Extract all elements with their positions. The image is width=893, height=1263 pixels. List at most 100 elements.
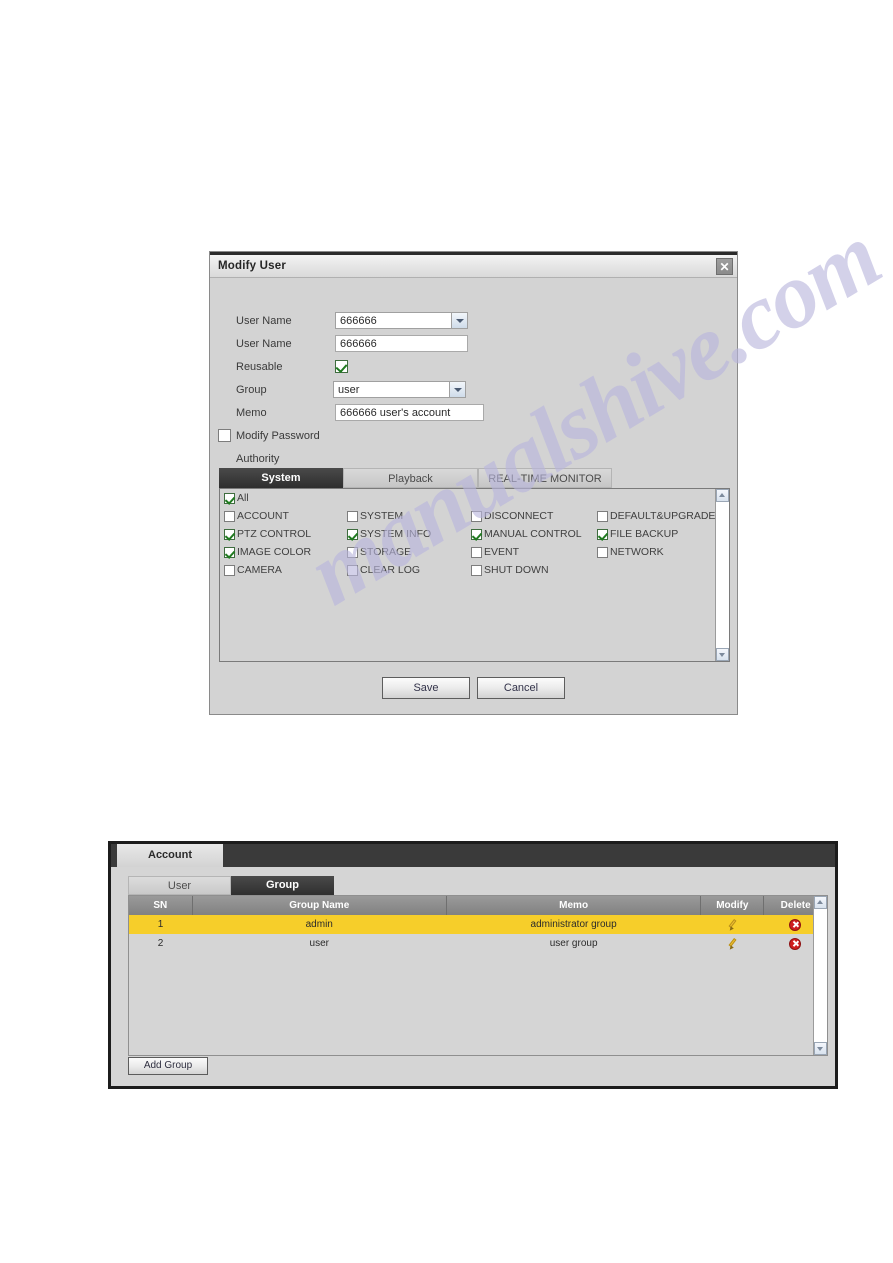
- permission-manual-control-checkbox[interactable]: [471, 528, 482, 540]
- cell-modify[interactable]: [700, 915, 764, 934]
- account-panel: Account User Group SN Group Name Memo Mo…: [108, 841, 838, 1089]
- cell-memo: user group: [446, 934, 701, 953]
- permission-event-label: EVENT: [484, 546, 520, 559]
- scroll-down-icon[interactable]: [814, 1042, 827, 1055]
- permission-all-checkbox[interactable]: [224, 492, 235, 504]
- permission-disconnect-checkbox[interactable]: [471, 510, 482, 522]
- scrollbar-track[interactable]: [814, 909, 827, 1042]
- permission-event-checkbox[interactable]: [471, 546, 482, 558]
- scroll-up-icon[interactable]: [716, 489, 729, 502]
- pencil-icon[interactable]: [727, 938, 738, 949]
- reusable-row: Reusable: [210, 358, 737, 381]
- table-row[interactable]: 2 user user group: [129, 934, 827, 953]
- group-table: SN Group Name Memo Modify Delete 1 admin…: [129, 896, 827, 953]
- cell-memo: administrator group: [446, 915, 701, 934]
- group-label: Group: [236, 384, 267, 396]
- scrollbar-track[interactable]: [716, 502, 729, 648]
- account-tab[interactable]: Account: [117, 844, 223, 867]
- modify-password-label: Modify Password: [236, 430, 320, 442]
- permission-shut-down[interactable]: SHUT DOWN: [471, 564, 549, 576]
- tab-playback[interactable]: Playback: [343, 468, 478, 488]
- scroll-down-icon[interactable]: [716, 648, 729, 661]
- permission-storage-checkbox[interactable]: [347, 546, 358, 558]
- add-group-button[interactable]: Add Group: [128, 1057, 208, 1075]
- sub-tab-user[interactable]: User: [128, 876, 231, 895]
- reusable-checkbox[interactable]: [335, 360, 348, 373]
- permission-clear-log[interactable]: CLEAR LOG: [347, 564, 420, 576]
- permission-image-color[interactable]: IMAGE COLOR: [224, 546, 311, 558]
- authority-label: Authority: [236, 453, 280, 465]
- group-select-value: user: [338, 384, 360, 396]
- sub-tab-group[interactable]: Group: [231, 876, 334, 895]
- permission-clear-log-checkbox[interactable]: [347, 564, 358, 576]
- delete-icon[interactable]: [789, 937, 802, 950]
- cell-modify[interactable]: [700, 934, 764, 953]
- permission-system-info-checkbox[interactable]: [347, 528, 358, 540]
- user-select-label: User Name: [236, 315, 292, 327]
- memo-row: Memo 666666 user's account: [210, 404, 737, 427]
- pencil-icon[interactable]: [727, 919, 738, 930]
- cancel-button[interactable]: Cancel: [477, 677, 565, 699]
- permission-image-color-checkbox[interactable]: [224, 546, 235, 558]
- tab-real-time-monitor[interactable]: REAL-TIME MONITOR: [478, 468, 612, 488]
- user-name-row: User Name 666666: [210, 335, 737, 358]
- permission-network[interactable]: NETWORK: [597, 546, 664, 558]
- permission-system[interactable]: SYSTEM: [347, 510, 403, 522]
- cell-sn: 2: [129, 934, 193, 953]
- memo-input[interactable]: 666666 user's account: [335, 404, 484, 421]
- table-header-row: SN Group Name Memo Modify Delete: [129, 896, 827, 915]
- permission-all-label: All: [237, 492, 249, 505]
- delete-icon[interactable]: [789, 918, 802, 931]
- permission-system-checkbox[interactable]: [347, 510, 358, 522]
- group-table-scrollbar[interactable]: [813, 896, 827, 1055]
- user-name-input[interactable]: 666666: [335, 335, 468, 352]
- permission-disconnect[interactable]: DISCONNECT: [471, 510, 553, 522]
- tab-playback-label: Playback: [388, 473, 433, 485]
- table-row[interactable]: 1 admin administrator group: [129, 915, 827, 934]
- permission-file-backup[interactable]: FILE BACKUP: [597, 528, 678, 540]
- modify-password-row: Modify Password: [210, 427, 737, 450]
- permission-event[interactable]: EVENT: [471, 546, 519, 558]
- authority-permissions-panel: All ACCOUNT PTZ CONTROL IMAGE COLOR CAME…: [219, 488, 730, 662]
- column-header-group-name: Group Name: [192, 896, 447, 915]
- scroll-up-icon[interactable]: [814, 896, 827, 909]
- permission-ptz-control[interactable]: PTZ CONTROL: [224, 528, 311, 540]
- account-header-bar: Account: [111, 844, 835, 867]
- permission-manual-control-label: MANUAL CONTROL: [484, 528, 582, 541]
- permission-ptz-control-checkbox[interactable]: [224, 528, 235, 540]
- permission-shut-down-checkbox[interactable]: [471, 564, 482, 576]
- user-name-select-value: 666666: [340, 315, 377, 327]
- permission-storage[interactable]: STORAGE: [347, 546, 411, 558]
- modify-password-checkbox[interactable]: [218, 429, 231, 442]
- authority-tabs: System Playback REAL-TIME MONITOR: [219, 468, 730, 488]
- permissions-scrollbar[interactable]: [715, 489, 729, 661]
- memo-label: Memo: [236, 407, 267, 419]
- permission-network-label: NETWORK: [610, 546, 664, 559]
- dialog-body: User Name 666666 User Name 666666 Reusab…: [210, 278, 737, 712]
- column-header-modify: Modify: [700, 896, 765, 915]
- permission-default-upgrade-checkbox[interactable]: [597, 510, 608, 522]
- close-icon[interactable]: ✕: [716, 258, 733, 275]
- group-table-container: SN Group Name Memo Modify Delete 1 admin…: [128, 895, 828, 1056]
- tab-system-label: System: [261, 472, 301, 484]
- cell-group-name: admin: [192, 915, 447, 934]
- permission-camera[interactable]: CAMERA: [224, 564, 282, 576]
- permission-default-upgrade[interactable]: DEFAULT&UPGRADE: [597, 510, 715, 522]
- permission-camera-checkbox[interactable]: [224, 564, 235, 576]
- permission-all[interactable]: All: [224, 492, 249, 504]
- tab-system[interactable]: System: [219, 468, 343, 488]
- permission-manual-control[interactable]: MANUAL CONTROL: [471, 528, 582, 540]
- chevron-down-icon[interactable]: [451, 313, 467, 328]
- save-button[interactable]: Save: [382, 677, 470, 699]
- user-name-select[interactable]: 666666: [335, 312, 468, 329]
- permission-shut-down-label: SHUT DOWN: [484, 564, 549, 577]
- permission-account-checkbox[interactable]: [224, 510, 235, 522]
- permission-file-backup-checkbox[interactable]: [597, 528, 608, 540]
- permission-account[interactable]: ACCOUNT: [224, 510, 289, 522]
- group-select[interactable]: user: [333, 381, 466, 398]
- tab-real-time-monitor-label: REAL-TIME MONITOR: [488, 473, 602, 485]
- permission-network-checkbox[interactable]: [597, 546, 608, 558]
- permission-system-info[interactable]: SYSTEM INFO: [347, 528, 431, 540]
- permission-file-backup-label: FILE BACKUP: [610, 528, 679, 541]
- chevron-down-icon[interactable]: [449, 382, 465, 397]
